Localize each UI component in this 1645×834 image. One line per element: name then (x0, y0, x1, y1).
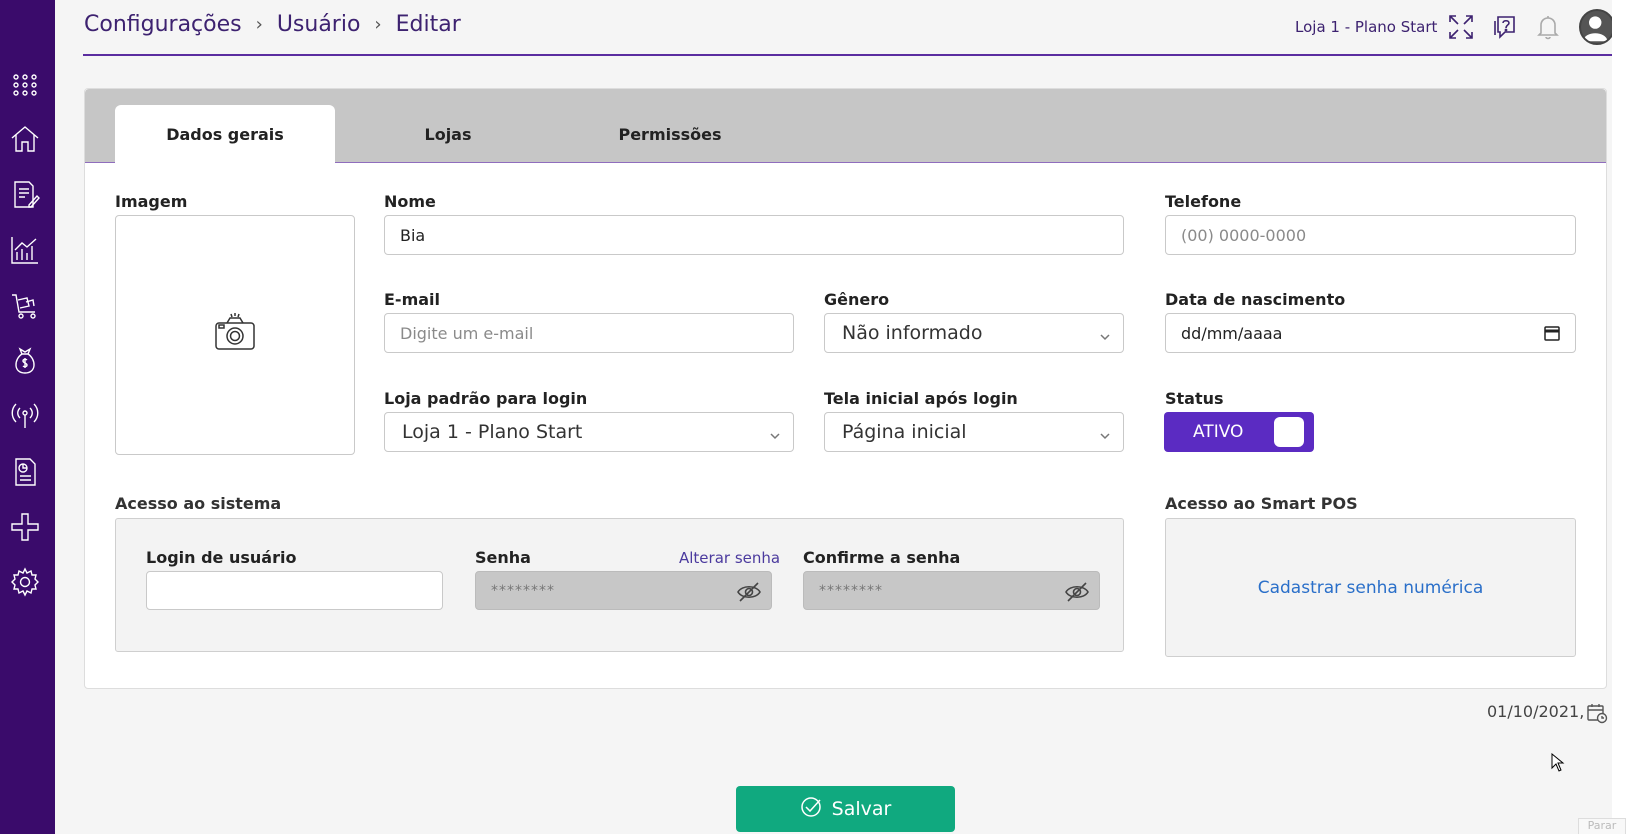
birthdate-label: Data de nascimento (1165, 290, 1346, 309)
camera-icon (213, 311, 257, 359)
home-icon[interactable] (8, 122, 42, 156)
chevron-right-icon: › (255, 14, 263, 35)
current-store-label[interactable]: Loja 1 - Plano Start (1295, 18, 1437, 36)
breadcrumb-item-user[interactable]: Usuário (277, 12, 361, 37)
phone-input[interactable]: (00) 0000-0000 (1165, 215, 1576, 255)
status-toggle[interactable]: ATIVO (1164, 412, 1314, 452)
home-screen-value: Página inicial (842, 421, 967, 443)
user-edit-card: Dados gerais Lojas Permissões Imagem Nom… (84, 88, 1607, 689)
breadcrumb-item-edit: Editar (395, 12, 461, 37)
money-bag-icon[interactable] (8, 344, 42, 378)
image-label: Imagem (115, 192, 188, 211)
gender-select[interactable]: Não informado (824, 313, 1124, 353)
password-input[interactable]: ******** (475, 571, 772, 610)
email-input[interactable]: Digite um e-mail (384, 313, 794, 353)
chevron-right-icon: › (374, 14, 382, 35)
change-password-link[interactable]: Alterar senha (679, 549, 780, 567)
eye-off-icon[interactable] (1065, 581, 1089, 602)
status-toggle-label: ATIVO (1193, 422, 1244, 442)
gear-icon[interactable] (8, 565, 42, 599)
default-store-label: Loja padrão para login (384, 389, 588, 408)
apps-grid-icon[interactable] (8, 67, 42, 101)
calendar-icon[interactable] (1543, 324, 1561, 346)
page-right-edge (1612, 0, 1645, 834)
smart-pos-panel: Cadastrar senha numérica (1165, 518, 1576, 657)
stop-button[interactable]: Parar (1578, 818, 1626, 834)
home-screen-select[interactable]: Página inicial (824, 412, 1124, 452)
breadcrumb-item-settings[interactable]: Configurações (84, 12, 242, 37)
chevron-down-icon (1099, 425, 1110, 440)
tab-stores[interactable]: Lojas (338, 105, 558, 163)
default-store-select[interactable]: Loja 1 - Plano Start (384, 412, 794, 452)
status-label: Status (1165, 389, 1224, 408)
cart-icon[interactable] (8, 289, 42, 323)
name-label: Nome (384, 192, 436, 211)
chevron-down-icon (1099, 326, 1110, 341)
register-numeric-password-link[interactable]: Cadastrar senha numérica (1258, 578, 1484, 598)
name-input[interactable]: Bia (384, 215, 1124, 255)
toggle-knob (1274, 417, 1304, 447)
password-masked-value: ******** (491, 582, 555, 599)
birthdate-placeholder: dd/mm/aaaa (1181, 323, 1283, 343)
chart-icon[interactable] (8, 233, 42, 267)
login-label: Login de usuário (146, 548, 297, 567)
password-label: Senha (475, 548, 531, 567)
eye-off-icon[interactable] (737, 581, 761, 602)
top-bar: Configurações › Usuário › Editar Loja 1 … (83, 0, 1615, 56)
record-date: 01/10/2021, (1487, 702, 1585, 721)
confirm-password-masked-value: ******** (819, 582, 883, 599)
gender-select-value: Não informado (842, 322, 983, 344)
home-screen-label: Tela inicial após login (824, 389, 1018, 408)
login-input[interactable] (146, 571, 443, 610)
confirm-password-label: Confirme a senha (803, 548, 961, 567)
smart-pos-title: Acesso ao Smart POS (1165, 494, 1358, 513)
phone-label: Telefone (1165, 192, 1242, 211)
check-circle-icon (800, 796, 822, 823)
chevron-down-icon (769, 425, 780, 440)
gender-label: Gênero (824, 290, 890, 309)
integration-icon[interactable] (8, 510, 42, 544)
default-store-value: Loja 1 - Plano Start (402, 421, 583, 443)
breadcrumb: Configurações › Usuário › Editar (84, 12, 461, 37)
calendar-clock-icon (1586, 702, 1610, 724)
document-edit-icon[interactable] (8, 178, 42, 212)
tab-general-data[interactable]: Dados gerais (115, 105, 335, 164)
system-access-title: Acesso ao sistema (115, 494, 282, 513)
image-upload[interactable] (115, 215, 355, 455)
receipt-icon[interactable] (8, 455, 42, 489)
save-button[interactable]: Salvar (736, 786, 955, 832)
tab-permissions[interactable]: Permissões (560, 105, 780, 163)
system-access-panel: Login de usuário Senha Alterar senha ***… (115, 518, 1124, 652)
tab-bar: Dados gerais Lojas Permissões (85, 89, 1606, 164)
bell-icon[interactable] (1533, 12, 1563, 42)
save-button-label: Salvar (831, 798, 892, 820)
sidebar (0, 0, 55, 834)
user-avatar-icon[interactable] (1579, 9, 1615, 45)
email-label: E-mail (384, 290, 441, 309)
broadcast-icon[interactable] (8, 399, 42, 433)
help-icon[interactable] (1490, 12, 1520, 42)
fullscreen-icon[interactable] (1446, 12, 1476, 42)
mouse-cursor-icon (1551, 752, 1565, 773)
birthdate-input[interactable]: dd/mm/aaaa (1165, 313, 1576, 353)
confirm-password-input[interactable]: ******** (803, 571, 1100, 610)
